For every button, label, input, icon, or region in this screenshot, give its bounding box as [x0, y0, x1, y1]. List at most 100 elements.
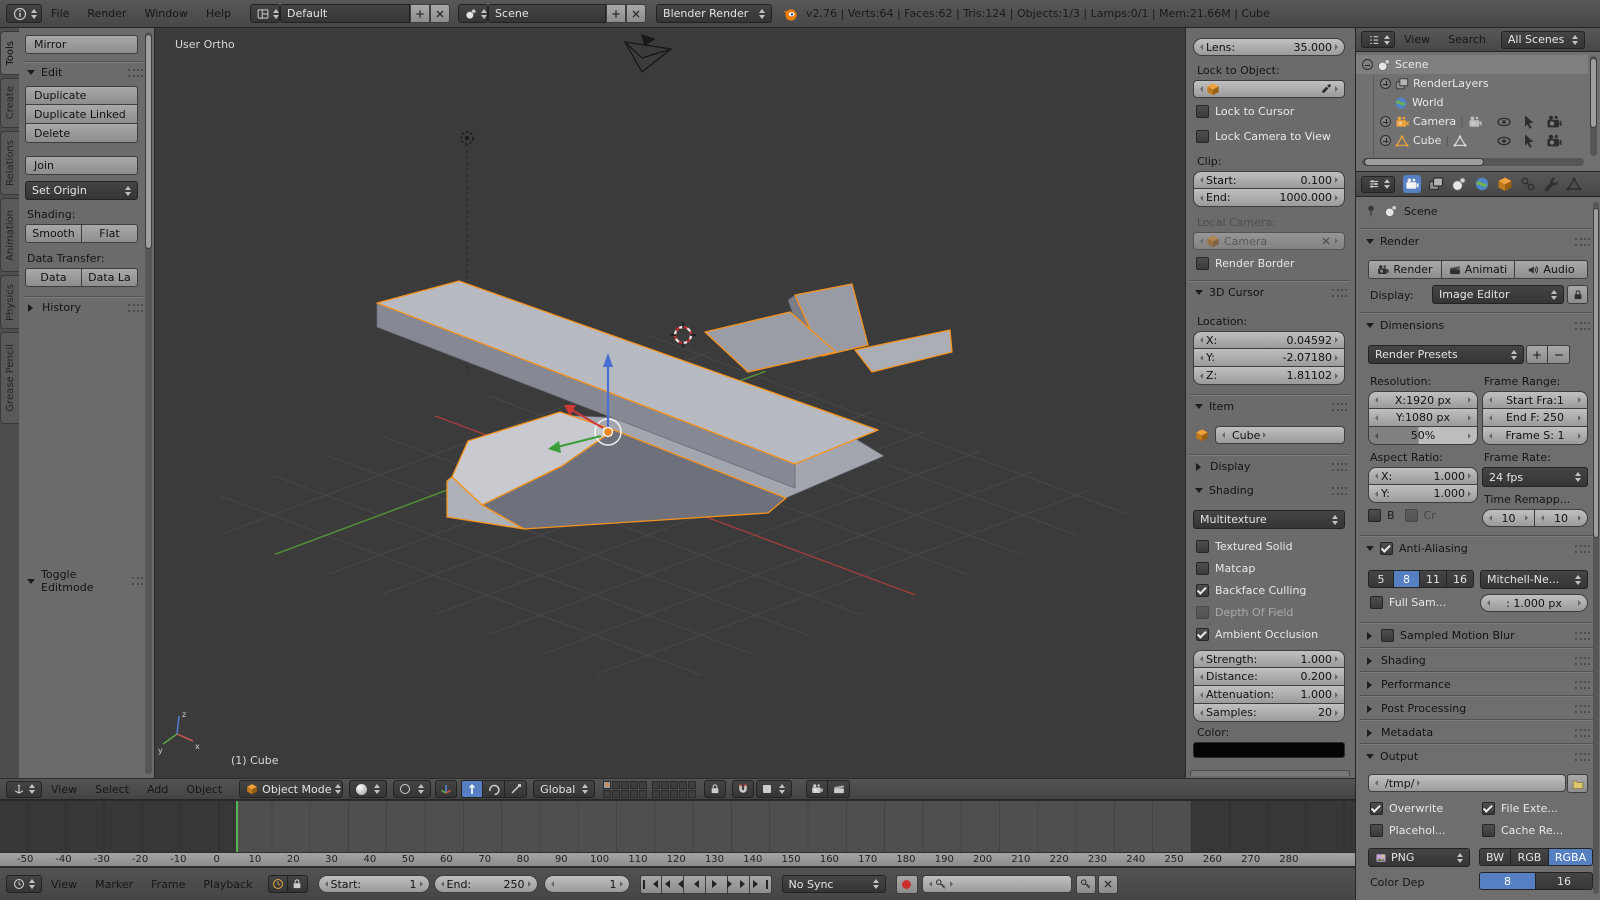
layers-group-2[interactable]: [652, 781, 696, 798]
render-still-button[interactable]: Render: [1368, 260, 1442, 279]
cursor-z-field[interactable]: Z:1.81102: [1193, 367, 1345, 385]
select-toggle-camera[interactable]: [1521, 114, 1537, 130]
render-toggle-camera[interactable]: [1546, 114, 1562, 130]
outliner-row-camera[interactable]: Camera |: [1380, 112, 1482, 131]
shading-panel-header[interactable]: Shading: [1366, 654, 1590, 667]
outliner-row-scene[interactable]: Scene: [1362, 55, 1429, 74]
cursor-3d[interactable]: [670, 322, 696, 348]
object-menu[interactable]: Object: [177, 783, 231, 796]
render-engine-select[interactable]: Blender Render: [656, 4, 772, 23]
sync-mode-dropdown[interactable]: No Sync: [782, 875, 886, 893]
aa-filter-size-field[interactable]: : 1.000 px: [1480, 594, 1588, 612]
matcap-row[interactable]: Matcap: [1196, 562, 1255, 575]
3d-cursor-panel-header[interactable]: 3D Cursor: [1195, 286, 1347, 299]
layers-group-1[interactable]: [603, 781, 647, 798]
shading-mode-dropdown[interactable]: Multitexture: [1193, 510, 1345, 529]
render-display-dropdown[interactable]: Image Editor: [1432, 285, 1564, 304]
jump-to-end-button[interactable]: [750, 875, 772, 894]
outliner-row-cube[interactable]: Cube |: [1380, 131, 1467, 150]
backface-culling-checkbox[interactable]: [1196, 584, 1209, 597]
placeholders-row[interactable]: Placehol...: [1370, 824, 1446, 837]
preview-range-button[interactable]: [268, 875, 288, 893]
resolution-percentage-slider[interactable]: 50%: [1368, 427, 1478, 445]
expand-icon[interactable]: [1380, 116, 1391, 127]
mirror-button[interactable]: Mirror: [25, 35, 138, 54]
menu-help[interactable]: Help: [197, 7, 240, 20]
scene-browse-button[interactable]: [458, 4, 488, 23]
aspect-y-field[interactable]: Y:1.000: [1368, 485, 1478, 503]
overwrite-checkbox[interactable]: [1370, 802, 1383, 815]
textured-solid-checkbox[interactable]: [1196, 540, 1209, 553]
frame-rate-dropdown[interactable]: 24 fps: [1482, 467, 1588, 487]
ao-attenuation-field[interactable]: Attenuation:1.000: [1193, 686, 1345, 704]
manipulator-toggle-button[interactable]: [435, 780, 457, 798]
color-depth-16[interactable]: 16: [1536, 872, 1593, 890]
toolshelf-tab-animation[interactable]: Animation: [0, 198, 19, 272]
performance-panel-header[interactable]: Performance: [1366, 678, 1590, 691]
ambient-occlusion-row[interactable]: Ambient Occlusion: [1196, 628, 1318, 641]
cursor-x-field[interactable]: X:0.04592: [1193, 331, 1345, 349]
background-color-swatch[interactable]: [1193, 742, 1345, 758]
outliner-menu-search[interactable]: Search: [1439, 33, 1495, 46]
outliner-v-scrollbar[interactable]: [1590, 56, 1597, 156]
jump-to-start-button[interactable]: [640, 875, 662, 894]
view-menu[interactable]: View: [42, 783, 86, 796]
resolution-y-field[interactable]: Y:1080 px: [1368, 409, 1478, 427]
outliner-h-scrollbar[interactable]: [1362, 158, 1584, 166]
join-button[interactable]: Join: [25, 156, 138, 175]
color-mode-rgba[interactable]: RGBA: [1549, 848, 1593, 866]
anti-aliasing-panel-header[interactable]: Anti-Aliasing: [1366, 542, 1590, 555]
toolshelf-tab-relations[interactable]: Relations: [0, 131, 19, 195]
tab-modifiers[interactable]: [1543, 176, 1559, 192]
textured-solid-row[interactable]: Textured Solid: [1196, 540, 1293, 553]
viewport-shading-dropdown[interactable]: [349, 780, 387, 798]
toolshelf-tab-grease-pencil[interactable]: Grease Pencil: [0, 332, 19, 424]
eyedropper-icon[interactable]: [1320, 83, 1332, 95]
add-layout-button[interactable]: [410, 4, 430, 23]
aa-samples-16[interactable]: 16: [1447, 570, 1474, 588]
remap-new-field[interactable]: 10: [1535, 509, 1588, 527]
ao-distance-field[interactable]: Distance:0.200: [1193, 668, 1345, 686]
editor-type-selector-timeline[interactable]: [6, 875, 42, 893]
editor-type-selector-properties[interactable]: [1361, 176, 1395, 193]
lock-camera-checkbox[interactable]: [1196, 130, 1209, 143]
shade-flat-button[interactable]: Flat: [82, 224, 138, 243]
anti-aliasing-checkbox[interactable]: [1380, 542, 1393, 555]
lock-camera-row[interactable]: Lock Camera to View: [1196, 130, 1331, 143]
snap-mode-dropdown[interactable]: [756, 780, 792, 798]
ao-samples-field[interactable]: Samples:20: [1193, 704, 1345, 722]
scale-manipulator-button[interactable]: [505, 780, 527, 798]
auto-keyframe-record-button[interactable]: [896, 875, 918, 894]
ao-strength-field[interactable]: Strength:1.000: [1193, 650, 1345, 668]
delete-button[interactable]: Delete: [25, 124, 138, 143]
shading-panel-header[interactable]: Shading: [1195, 484, 1347, 497]
airplane-mesh-object[interactable]: [377, 281, 952, 529]
full-sample-checkbox[interactable]: [1370, 596, 1383, 609]
translate-manipulator-button[interactable]: [461, 780, 483, 798]
snap-toggle-button[interactable]: [732, 780, 754, 798]
mode-dropdown[interactable]: Object Mode: [239, 780, 343, 798]
expand-icon[interactable]: [1380, 135, 1391, 146]
aa-filter-dropdown[interactable]: Mitchell-Ne...: [1480, 570, 1588, 589]
clip-end-field[interactable]: End:1000.000: [1193, 189, 1345, 207]
play-button[interactable]: [706, 875, 728, 894]
cache-result-row[interactable]: Cache Re...: [1482, 824, 1563, 837]
tab-constraints[interactable]: [1520, 176, 1536, 192]
full-sample-row[interactable]: Full Sam...: [1370, 596, 1446, 609]
outliner-filter-dropdown[interactable]: All Scenes: [1501, 31, 1585, 49]
color-depth-8[interactable]: 8: [1479, 872, 1536, 890]
add-scene-button[interactable]: [606, 4, 626, 23]
frame-step-field[interactable]: Frame S: 1: [1482, 427, 1588, 445]
output-path-field[interactable]: /tmp/: [1368, 774, 1566, 792]
screen-layout-browse-button[interactable]: [250, 4, 280, 23]
camera-object[interactable]: [625, 35, 671, 72]
end-frame-field[interactable]: End F: 250: [1482, 409, 1588, 427]
timeline-menu-marker[interactable]: Marker: [86, 878, 142, 891]
lock-to-object-field[interactable]: [1193, 80, 1345, 98]
add-menu[interactable]: Add: [138, 783, 177, 796]
lock-time-button[interactable]: [288, 875, 308, 893]
opengl-render-still-button[interactable]: [806, 780, 828, 798]
render-toggle-cube[interactable]: [1546, 133, 1562, 149]
edit-panel-header[interactable]: Edit: [27, 66, 143, 79]
set-origin-dropdown[interactable]: Set Origin: [25, 181, 138, 200]
